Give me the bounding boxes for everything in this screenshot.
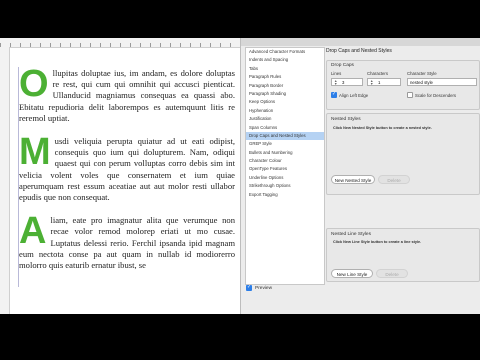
nested-line-styles-heading: Nested Line Styles <box>331 232 371 237</box>
paragraph: A liam, eate pro imagnatur alita que ver… <box>19 210 235 271</box>
paragraph-text: liam, eate pro imagnatur alita que verum… <box>19 215 235 271</box>
drop-cap: O <box>19 63 49 105</box>
sidebar-item[interactable]: Keep Options <box>246 98 324 106</box>
sidebar-item[interactable]: Strikethrough Options <box>246 182 324 190</box>
align-left-edge-checkbox[interactable] <box>331 91 337 98</box>
new-line-style-button[interactable]: New Line Style <box>331 269 373 278</box>
drop-caps-group: Drop Caps Lines Characters Character Sty… <box>326 60 480 110</box>
nested-styles-heading: Nested Styles <box>331 117 361 122</box>
sidebar-item[interactable]: Justification <box>246 115 324 123</box>
scale-descenders-checkbox[interactable] <box>407 92 413 98</box>
nested-styles-group: Nested Styles Click New Nested Style but… <box>326 113 480 195</box>
paragraph-text: usdi veliquia perupta quiatur ad ut eati… <box>19 136 235 203</box>
nested-line-styles-hint: Click New Line Style button to create a … <box>333 240 422 244</box>
preview-label: Preview <box>255 285 273 291</box>
paragraph-style-options-dialog: Advanced Character Formats Indents and S… <box>240 38 480 314</box>
sidebar-item[interactable]: OpenType Features <box>246 165 324 173</box>
drop-cap: A <box>19 210 47 253</box>
lines-value: 3 <box>342 80 345 85</box>
section-title: Drop Caps and Nested Styles <box>326 48 392 54</box>
drop-caps-heading: Drop Caps <box>331 63 354 68</box>
sidebar-item[interactable]: Paragraph Shading <box>246 90 324 98</box>
new-nested-style-button[interactable]: New Nested Style <box>331 175 375 184</box>
characters-stepper[interactable]: ▲ ▼ 1 <box>367 78 401 86</box>
paragraph: O llupitas doluptae ius, im andam, es do… <box>19 63 235 124</box>
delete-nested-style-button[interactable]: Delete <box>378 175 410 184</box>
sidebar-item[interactable]: Underline Options <box>246 174 324 182</box>
sidebar-item[interactable]: Character Colour <box>246 157 324 165</box>
sidebar-item[interactable]: Indents and Spacing <box>246 56 324 64</box>
sidebar-item[interactable]: Paragraph Rules <box>246 73 324 81</box>
drop-cap: M <box>19 131 51 174</box>
sidebar-item[interactable]: Span Columns <box>246 124 324 132</box>
vertical-ruler <box>0 47 10 314</box>
sidebar-item[interactable]: Hyphenation <box>246 107 324 115</box>
sidebar-item[interactable]: GREP Style <box>246 140 324 148</box>
align-left-edge-label: Align Left Edge <box>339 92 369 98</box>
options-content: Drop Caps and Nested Styles Drop Caps Li… <box>326 47 480 283</box>
dialog-titlebar <box>241 38 480 46</box>
stepper-arrows-icon[interactable]: ▲ ▼ <box>370 79 374 86</box>
lines-stepper[interactable]: ▲ ▼ 3 <box>331 78 363 86</box>
preview-checkbox[interactable] <box>246 284 252 291</box>
sidebar-item[interactable]: Advanced Character Formats <box>246 48 324 56</box>
sidebar-item[interactable]: Paragraph Border <box>246 82 324 90</box>
stepper-arrows-icon[interactable]: ▲ ▼ <box>334 79 338 86</box>
sidebar-item[interactable]: Export Tagging <box>246 191 324 199</box>
sidebar-item[interactable]: Tabs <box>246 65 324 73</box>
delete-line-style-button[interactable]: Delete <box>376 269 408 278</box>
text-frame[interactable]: O llupitas doluptae ius, im andam, es do… <box>19 63 235 283</box>
nested-line-styles-group: Nested Line Styles Click New Line Style … <box>326 228 480 282</box>
characters-value: 1 <box>378 80 381 85</box>
scale-descenders-label: Scale for Descenders <box>415 92 457 98</box>
document-page: O llupitas doluptae ius, im andam, es do… <box>10 48 238 314</box>
lines-label: Lines <box>331 71 342 76</box>
paragraph-text: llupitas doluptae ius, im andam, es dolo… <box>19 68 235 123</box>
paragraph: M usdi veliquia perupta quiatur ad ut ea… <box>19 131 235 203</box>
character-style-label: Character Style <box>407 71 437 76</box>
options-sidebar: Advanced Character Formats Indents and S… <box>245 47 325 285</box>
characters-label: Characters <box>367 71 389 76</box>
nested-styles-hint: Click New Nested Style button to create … <box>333 126 432 130</box>
character-style-select[interactable]: nested style <box>407 78 477 86</box>
app-window: O llupitas doluptae ius, im andam, es do… <box>0 38 480 314</box>
sidebar-item[interactable]: Bullets and Numbering <box>246 149 324 157</box>
sidebar-item-drop-caps-selected[interactable]: Drop Caps and Nested Styles <box>246 131 324 141</box>
